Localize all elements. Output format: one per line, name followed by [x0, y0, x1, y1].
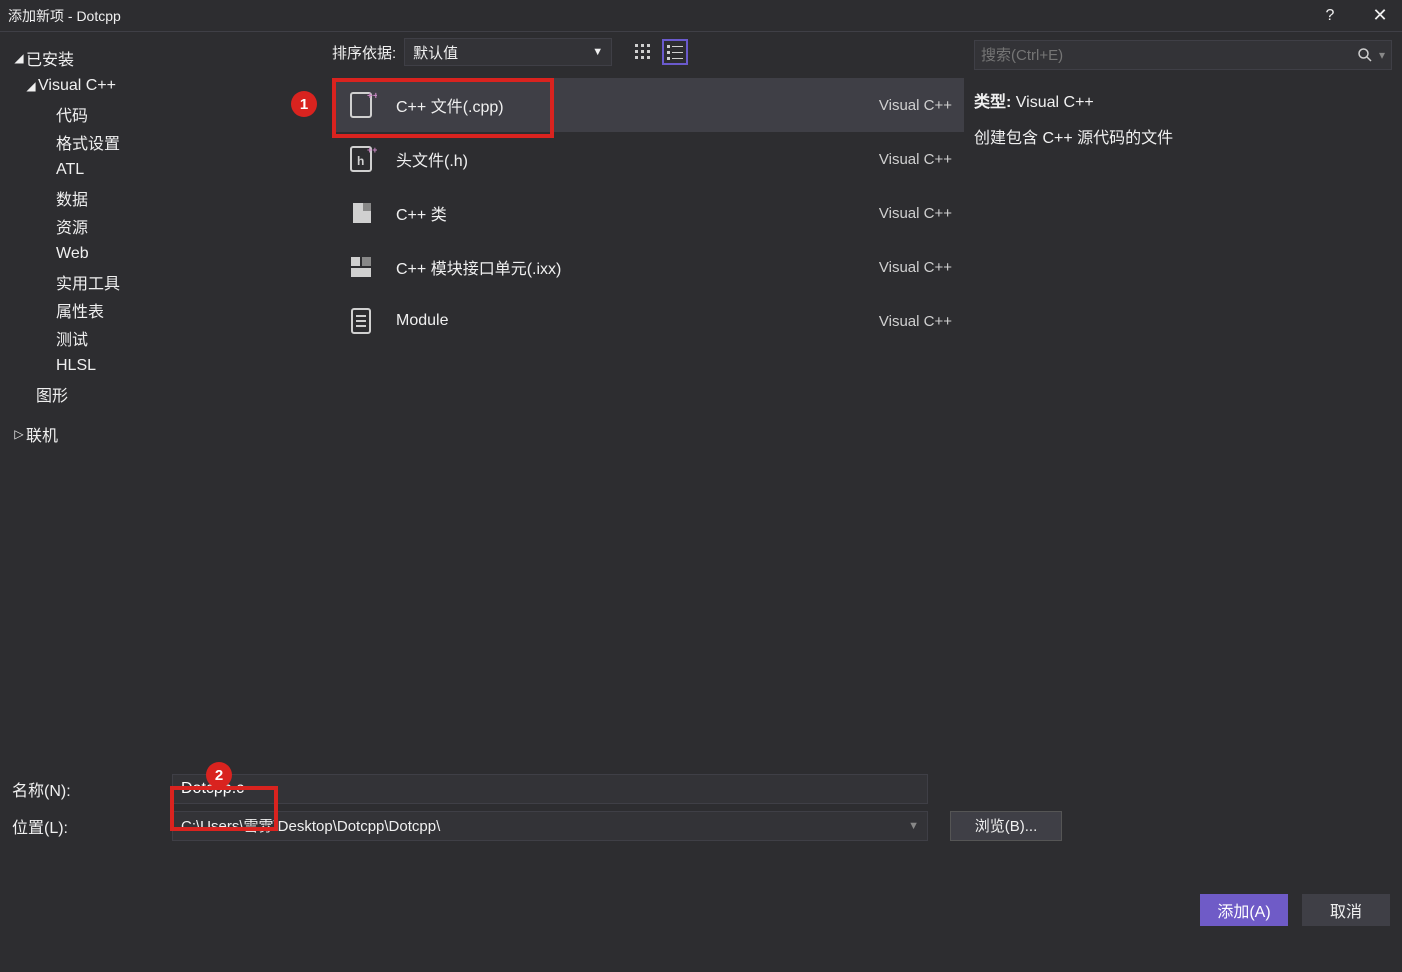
template-row-cpp-file[interactable]: ++ C++ 文件(.cpp) Visual C++: [332, 78, 964, 132]
template-name: C++ 文件(.cpp): [396, 93, 861, 117]
cancel-button[interactable]: 取消: [1302, 894, 1390, 926]
location-row: 位置(L): C:\Users\雪雰\Desktop\Dotcpp\Dotcpp…: [12, 807, 1390, 844]
sidebar-visual-cpp[interactable]: ◢ Visual C++: [8, 72, 324, 100]
sidebar-item-property[interactable]: 属性表: [8, 296, 324, 324]
location-label: 位置(L):: [12, 814, 172, 838]
chevron-down-icon: ▼: [908, 820, 919, 832]
footer: 添加(A) 取消: [0, 854, 1402, 936]
template-lang: Visual C++: [879, 313, 952, 330]
svg-text:h: h: [357, 154, 364, 168]
sidebar-installed[interactable]: ◢ 已安装: [8, 44, 324, 72]
annotation-marker-1: 1: [291, 91, 317, 117]
template-row-header-file[interactable]: h++ 头文件(.h) Visual C++: [332, 132, 964, 186]
annotation-marker-2: 2: [206, 762, 232, 788]
sidebar-label: 已安装: [26, 46, 74, 70]
search-button[interactable]: [1351, 47, 1379, 63]
sort-select[interactable]: 默认值 ▼: [404, 38, 612, 66]
search-box[interactable]: ▾: [974, 40, 1392, 70]
sidebar: ◢ 已安装 ◢ Visual C++ 代码 格式设置 ATL 数据 资源 Web…: [0, 32, 332, 760]
expand-arrow-icon: ◢: [12, 51, 26, 65]
details-panel: ▾ 类型: Visual C++ 创建包含 C++ 源代码的文件: [964, 32, 1402, 760]
cpp-file-icon: ++: [344, 88, 378, 122]
template-lang: Visual C++: [879, 259, 952, 276]
detail-type: 类型: Visual C++: [974, 88, 1392, 112]
cpp-class-icon: [344, 196, 378, 230]
chevron-down-icon: ▼: [592, 46, 603, 58]
template-list: 1 ++ C++ 文件(.cpp) Visual C++ h++ 头文件(.h)…: [332, 78, 964, 348]
search-input[interactable]: [981, 47, 1351, 64]
location-value: C:\Users\雪雰\Desktop\Dotcpp\Dotcpp\: [181, 815, 440, 836]
template-row-cpp-class[interactable]: C++ 类 Visual C++: [332, 186, 964, 240]
sidebar-item-hlsl[interactable]: HLSL: [8, 352, 324, 380]
type-value: Visual C++: [1016, 94, 1094, 111]
browse-button[interactable]: 浏览(B)...: [950, 811, 1062, 841]
sidebar-label: 联机: [26, 422, 58, 446]
template-lang: Visual C++: [879, 97, 952, 114]
header-file-icon: h++: [344, 142, 378, 176]
sidebar-label: Visual C++: [38, 77, 116, 95]
name-input[interactable]: [172, 774, 928, 804]
sidebar-item-test[interactable]: 测试: [8, 324, 324, 352]
module-icon: [344, 304, 378, 338]
location-select[interactable]: C:\Users\雪雰\Desktop\Dotcpp\Dotcpp\ ▼: [172, 811, 928, 841]
sidebar-item-resource[interactable]: 资源: [8, 212, 324, 240]
svg-text:++: ++: [367, 145, 377, 155]
collapse-arrow-icon: ▷: [12, 427, 26, 441]
name-label: 名称(N):: [12, 777, 172, 801]
sidebar-online[interactable]: ▷ 联机: [8, 420, 324, 448]
main-content: ◢ 已安装 ◢ Visual C++ 代码 格式设置 ATL 数据 资源 Web…: [0, 32, 1402, 760]
sidebar-item-utility[interactable]: 实用工具: [8, 268, 324, 296]
grid-view-icon[interactable]: [630, 39, 656, 65]
sidebar-item-graphics[interactable]: 图形: [8, 380, 324, 408]
sidebar-item-data[interactable]: 数据: [8, 184, 324, 212]
svg-text:++: ++: [367, 91, 377, 102]
template-row-module[interactable]: Module Visual C++: [332, 294, 964, 348]
expand-arrow-icon: ◢: [24, 79, 38, 93]
template-name: 头文件(.h): [396, 147, 861, 171]
sidebar-item-atl[interactable]: ATL: [8, 156, 324, 184]
template-lang: Visual C++: [879, 205, 952, 222]
sidebar-item-code[interactable]: 代码: [8, 100, 324, 128]
add-button[interactable]: 添加(A): [1200, 894, 1288, 926]
type-label: 类型:: [974, 94, 1011, 111]
template-row-module-interface[interactable]: C++ 模块接口单元(.ixx) Visual C++: [332, 240, 964, 294]
module-interface-icon: [344, 250, 378, 284]
help-button[interactable]: ?: [1314, 7, 1346, 25]
window-title: 添加新项 - Dotcpp: [8, 6, 121, 26]
detail-desc: 创建包含 C++ 源代码的文件: [974, 124, 1392, 148]
search-icon: [1357, 47, 1373, 63]
sort-value: 默认值: [413, 42, 458, 63]
close-button[interactable]: ✕: [1364, 5, 1396, 26]
template-lang: Visual C++: [879, 151, 952, 168]
dropdown-arrow-icon[interactable]: ▾: [1379, 48, 1385, 62]
sidebar-item-web[interactable]: Web: [8, 240, 324, 268]
view-toggles: [630, 39, 688, 65]
template-name: C++ 模块接口单元(.ixx): [396, 255, 861, 279]
list-view-icon[interactable]: [662, 39, 688, 65]
titlebar: 添加新项 - Dotcpp ? ✕: [0, 0, 1402, 32]
template-name: C++ 类: [396, 201, 861, 225]
template-name: Module: [396, 312, 861, 330]
sidebar-item-format[interactable]: 格式设置: [8, 128, 324, 156]
sort-bar: 排序依据: 默认值 ▼: [332, 32, 964, 72]
fields-area: 2 名称(N): 位置(L): C:\Users\雪雰\Desktop\Dotc…: [0, 760, 1402, 854]
sort-label: 排序依据:: [332, 42, 396, 63]
templates-panel: 排序依据: 默认值 ▼ 1 ++ C++ 文件: [332, 32, 964, 760]
window-controls: ? ✕: [1314, 5, 1396, 26]
